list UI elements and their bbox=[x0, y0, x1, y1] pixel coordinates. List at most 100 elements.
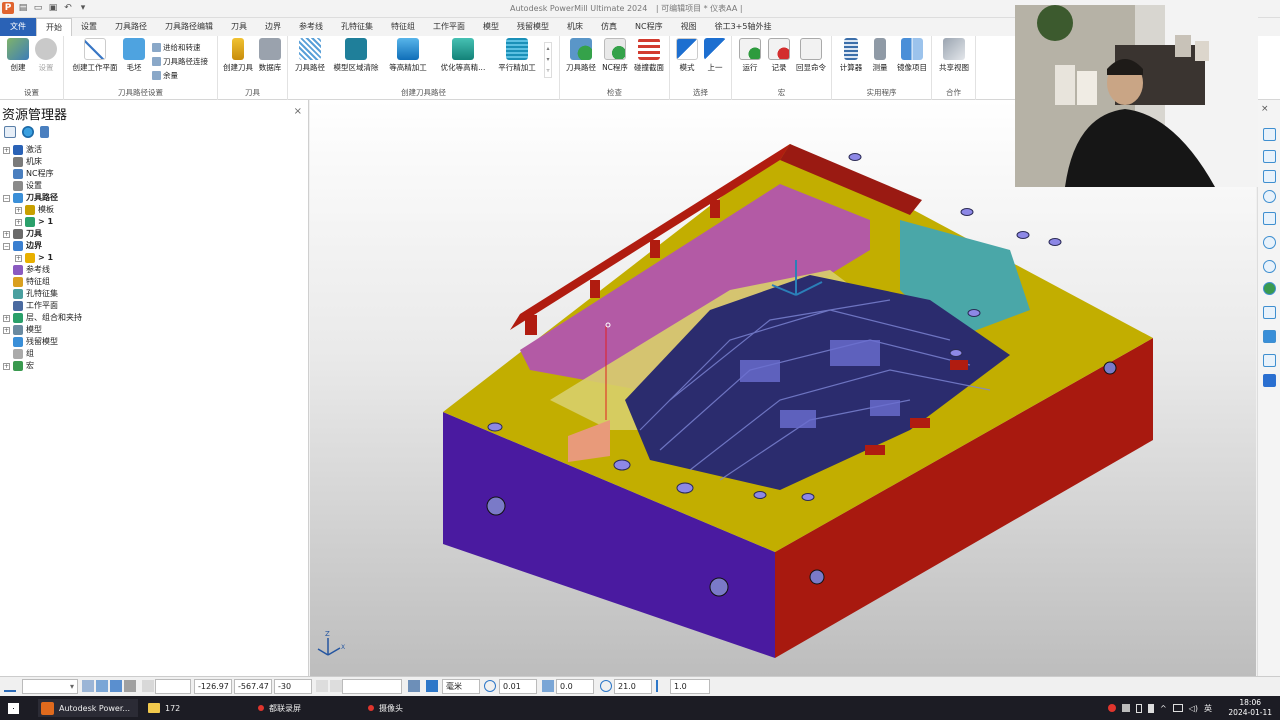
tree-item[interactable]: + > 1 bbox=[0, 216, 300, 228]
tree-expander-icon[interactable]: + bbox=[3, 230, 10, 238]
tab-nc-program[interactable]: NC程序 bbox=[626, 18, 672, 36]
tree-expander-icon[interactable]: + bbox=[15, 254, 22, 262]
tree-item[interactable]: 组 bbox=[0, 348, 300, 360]
tab-tool[interactable]: 刀具 bbox=[222, 18, 256, 36]
share-view-button[interactable]: 共享视图 bbox=[936, 38, 972, 73]
units-field[interactable]: 毫米 bbox=[442, 679, 480, 694]
taskbar-item-powermill[interactable]: Autodesk Power... bbox=[38, 699, 138, 717]
tab-setup[interactable]: 设置 bbox=[72, 18, 106, 36]
measure-status-icon[interactable] bbox=[408, 680, 420, 692]
view-iso-icon[interactable] bbox=[1263, 150, 1276, 163]
trash-icon[interactable] bbox=[40, 126, 49, 138]
factor-field[interactable]: 1.0 bbox=[670, 679, 710, 694]
create-button[interactable]: 创建 bbox=[6, 38, 30, 73]
coord-y-field[interactable]: -567.47 bbox=[234, 679, 272, 694]
zoom-in-icon[interactable] bbox=[1263, 236, 1276, 249]
tray-volume-icon[interactable]: ◁) bbox=[1189, 704, 1198, 713]
tree-item[interactable]: + 模型 bbox=[0, 324, 300, 336]
view-cube-icon[interactable] bbox=[1263, 170, 1276, 183]
block-button[interactable]: 毛坯 bbox=[122, 38, 146, 73]
tab-machine[interactable]: 机床 bbox=[558, 18, 592, 36]
explorer-close-button[interactable]: × bbox=[294, 106, 302, 117]
shading-icon[interactable] bbox=[1263, 282, 1276, 295]
tray-ime-indicator[interactable]: 英 bbox=[1204, 703, 1212, 714]
taskbar-clock[interactable]: 18:06 2024-01-11 bbox=[1228, 698, 1272, 718]
coord-mode-icon[interactable] bbox=[142, 680, 154, 692]
toolpaths-button[interactable]: 刀具路径 bbox=[292, 38, 328, 73]
database-button[interactable]: 数据库 bbox=[256, 38, 284, 73]
measure-button[interactable]: 测量 bbox=[868, 38, 892, 73]
relative-icon[interactable] bbox=[316, 680, 328, 692]
tree-item[interactable]: + 层、组合和夹持 bbox=[0, 312, 300, 324]
tree-expander-icon[interactable]: + bbox=[3, 362, 10, 370]
calculator-button[interactable]: 计算器 bbox=[836, 38, 866, 73]
tab-toolpath[interactable]: 刀具路径 bbox=[106, 18, 156, 36]
customize-dropdown-icon[interactable]: ▾ bbox=[77, 2, 89, 14]
opt-const-z-button[interactable]: 优化等高精... bbox=[436, 38, 490, 73]
pointer-icon[interactable] bbox=[1263, 374, 1276, 387]
coord-x-field[interactable]: -126.97 bbox=[194, 679, 232, 694]
taskbar-item-folder[interactable]: 172 bbox=[148, 699, 180, 717]
diameter-field[interactable]: 21.0 bbox=[614, 679, 652, 694]
undo-icon[interactable]: ↶ bbox=[62, 2, 74, 14]
allowance-button[interactable]: 余量 bbox=[152, 70, 178, 81]
tree-item[interactable]: 孔特征集 bbox=[0, 288, 300, 300]
tree-expander-icon[interactable]: − bbox=[3, 242, 10, 250]
tab-home[interactable]: 开始 bbox=[36, 18, 72, 36]
tree-item[interactable]: − 边界 bbox=[0, 240, 300, 252]
view-front-icon[interactable] bbox=[1263, 128, 1276, 141]
view-left-icon[interactable] bbox=[1263, 212, 1276, 225]
wireframe-icon[interactable] bbox=[1263, 306, 1276, 319]
tray-usb-icon[interactable] bbox=[1148, 703, 1154, 713]
start-button[interactable] bbox=[8, 699, 19, 717]
tree-item[interactable]: + > 1 bbox=[0, 252, 300, 264]
tree-item[interactable]: 工作平面 bbox=[0, 300, 300, 312]
create-tool-button[interactable]: 创建刀具 bbox=[222, 38, 254, 73]
tab-plugin[interactable]: 徐工3+5轴外挂 bbox=[706, 18, 781, 36]
tab-model[interactable]: 模型 bbox=[474, 18, 508, 36]
zoom-icon[interactable] bbox=[1263, 190, 1276, 203]
snap-icon[interactable] bbox=[82, 680, 94, 692]
const-z-finish-button[interactable]: 等高精加工 bbox=[386, 38, 430, 73]
tree-item[interactable]: + 宏 bbox=[0, 360, 300, 372]
new-file-icon[interactable]: ▤ bbox=[17, 2, 29, 14]
gallery-scroll[interactable]: ▴ ▾ ▿ bbox=[544, 42, 552, 78]
tree-expander-icon[interactable]: + bbox=[3, 146, 10, 154]
tree-item[interactable]: + 模板 bbox=[0, 204, 300, 216]
tree-view-icon[interactable] bbox=[4, 126, 16, 138]
grid-icon[interactable] bbox=[96, 680, 108, 692]
tab-stock-model[interactable]: 残留模型 bbox=[508, 18, 558, 36]
tree-expander-icon[interactable]: + bbox=[3, 326, 10, 334]
tray-expand-icon[interactable]: ^ bbox=[1160, 704, 1167, 713]
tree-item[interactable]: − 刀具路径 bbox=[0, 192, 300, 204]
tab-boundary[interactable]: 边界 bbox=[256, 18, 290, 36]
tree-item[interactable]: 特征组 bbox=[0, 276, 300, 288]
tab-features[interactable]: 特征组 bbox=[382, 18, 424, 36]
tray-network-icon[interactable] bbox=[1172, 704, 1183, 712]
tab-toolpath-edit[interactable]: 刀具路径编辑 bbox=[156, 18, 222, 36]
feeds-speeds-button[interactable]: 进给和转速 bbox=[152, 42, 201, 53]
polar-icon[interactable] bbox=[330, 680, 342, 692]
tab-pattern[interactable]: 参考线 bbox=[290, 18, 332, 36]
lock-icon[interactable] bbox=[124, 680, 136, 692]
zoom-out-icon[interactable] bbox=[1263, 260, 1276, 273]
tree-expander-icon[interactable]: + bbox=[15, 206, 22, 214]
cursor-status-icon[interactable] bbox=[110, 680, 122, 692]
tree-item[interactable]: + 刀具 bbox=[0, 228, 300, 240]
globe-icon[interactable] bbox=[22, 126, 34, 138]
tree-item[interactable]: 残留模型 bbox=[0, 336, 300, 348]
toolpath-connect-button[interactable]: 刀具路径连接 bbox=[152, 56, 208, 67]
create-workplane-button[interactable]: 创建工作平面 bbox=[70, 38, 120, 73]
tab-simulation[interactable]: 仿真 bbox=[592, 18, 626, 36]
taskbar-item-camera[interactable]: 摄像头 bbox=[368, 699, 403, 717]
run-macro-button[interactable]: 运行 bbox=[736, 38, 764, 73]
units-icon[interactable] bbox=[426, 680, 438, 692]
tree-item[interactable]: + 激活 bbox=[0, 144, 300, 156]
tree-expander-icon[interactable]: + bbox=[3, 314, 10, 322]
workplane-dropdown[interactable]: ▾ bbox=[22, 679, 78, 694]
tolerance-field[interactable]: 0.01 bbox=[499, 679, 537, 694]
tab-holes[interactable]: 孔特征集 bbox=[332, 18, 382, 36]
taskbar-item-recorder[interactable]: 都联录屏 bbox=[258, 699, 301, 717]
tree-item[interactable]: NC程序 bbox=[0, 168, 300, 180]
open-folder-icon[interactable]: ▭ bbox=[32, 2, 44, 14]
